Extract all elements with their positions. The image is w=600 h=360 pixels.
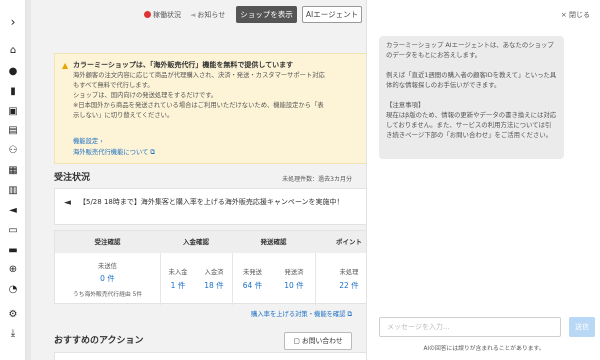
feature-settings-link[interactable]: 機能設定 › (73, 136, 103, 145)
home-icon[interactable]: ⌂ (7, 45, 19, 57)
column-header: 入金確認 (160, 231, 232, 253)
notice-line: もすべて無料で代行します。 (73, 82, 154, 89)
megaphone-icon: ◄ (190, 11, 196, 19)
recommended-actions-title: おすすめのアクション (54, 336, 144, 346)
confirm-label: 未送信 (98, 263, 117, 270)
chat-icon: ▢ (293, 337, 302, 345)
status-link[interactable]: 稼働状況 (144, 10, 181, 20)
notice-line: ショップは、国内向けの発送処理をするだけです。 (73, 92, 218, 99)
order-status-table: 受注確認 入金確認 発送確認 ポイント 未送信 0 件 うち海外販売代行経由 5… (54, 230, 366, 305)
unpaid-label: 未入金 (168, 269, 188, 276)
bookmark-icon[interactable]: ▮ (7, 86, 19, 98)
campaign-text[interactable]: 【5/28 18時まで】海外集客と購入率を上げる海外販売応援キャンペーンを実施中… (79, 197, 359, 208)
divider (232, 253, 233, 305)
notice-title: カラーミーショップは、「海外販売代行」機能を無料で提供しています (73, 61, 294, 69)
bar-chart-icon[interactable]: ▥ (7, 185, 19, 197)
divider (160, 253, 161, 305)
ai-message-para: 【注意事項】 現在はβ版のため、情報の更新やデータの書き換えには対応しておりませ… (386, 101, 557, 139)
unshipped-count[interactable]: 64 件 (232, 280, 273, 291)
ai-message-para: 例えば「直近1週間の購入者の顧客IDを教えて」といった具体的な情報探しのお手伝い… (386, 71, 557, 89)
scroll-strip (26, 0, 31, 360)
column-header: 発送確認 (232, 231, 315, 253)
overseas-notice: ▲ カラーミーショップは、「海外販売代行」機能を無料で提供しています × 海外顧… (54, 53, 366, 164)
history-icon[interactable]: ◔ (7, 284, 19, 296)
sidebar-rail: › ⌂ ● ▮ ▣ ▤ ⚇ ▦ ▥ ◄ ▭ ▬ ⊕ ◔ ⚙ ⤓ (0, 0, 26, 360)
plus-circle-icon[interactable]: ⊕ (7, 264, 19, 276)
user-icon[interactable]: ● (7, 66, 19, 78)
megaphone-icon[interactable]: ◄ (7, 205, 19, 217)
megaphone-icon: ◄ (64, 198, 71, 208)
confirm-count[interactable]: 0 件 (55, 273, 160, 284)
main-content: 稼働状況 ◄ お知らせ ショップを表示 AIエージェント ▲ カラーミーショップは… (32, 0, 366, 360)
news-link[interactable]: ◄ お知らせ (190, 10, 225, 20)
notice-line: ※日本国外から商品を発送されている場合はご利用いただけないため、機能設定から「表 (73, 102, 324, 109)
contact-button[interactable]: ▢ お問い合わせ (284, 332, 352, 350)
campaign-banner[interactable]: ◄ 【5/28 18時まで】海外集客と購入率を上げる海外販売応援キャンペーンを実… (54, 188, 366, 225)
conversion-measures-link[interactable]: 購入率を上げる対策・機能を確認 ⧉ (251, 309, 352, 319)
points-label: 未処理 (339, 269, 359, 276)
save-icon[interactable]: ▣ (7, 106, 19, 118)
download-icon[interactable]: ⤓ (7, 328, 19, 340)
divider (315, 253, 316, 305)
send-button[interactable]: 送信 (569, 317, 595, 337)
unpaid-count[interactable]: 1 件 (160, 280, 196, 291)
notice-line: 示しない」に切り替えてください。 (73, 112, 174, 119)
contact-label: お問い合わせ (301, 337, 343, 345)
ai-message-bubble: カラーミーショップ AIエージェントは、あなたのショップのデータをもとにお答えし… (379, 36, 564, 159)
message-input[interactable] (379, 317, 561, 337)
status-label: 稼働状況 (153, 11, 181, 19)
paid-count[interactable]: 18 件 (196, 280, 232, 291)
overseas-feature-link[interactable]: 海外販売代行機能について ⧉ (73, 147, 155, 157)
top-bar: 稼働状況 ◄ お知らせ ショップを表示 AIエージェント (32, 0, 366, 30)
ai-disclaimer: AIの回答には誤りが含まれることがあります。 (423, 346, 545, 352)
order-status-meta: 未処理件数：過去3カ月分 (282, 176, 352, 183)
settings-icon[interactable]: ⚙ (7, 309, 19, 321)
status-icon (144, 11, 151, 18)
store-icon[interactable]: ▦ (7, 165, 19, 177)
warning-icon: ▲ (62, 61, 69, 70)
shipped-label: 発送済 (284, 269, 304, 276)
clipboard-icon[interactable]: ▤ (7, 125, 19, 137)
column-header: 受注確認 (55, 231, 160, 253)
notice-line: 海外顧客の注文内容に応じて商品が代理購入され、決済・発送・カスタマーサポート対応 (73, 72, 325, 79)
paid-label: 入金済 (204, 269, 224, 276)
shipped-count[interactable]: 10 件 (273, 280, 315, 291)
id-card-icon[interactable]: ▭ (7, 225, 19, 237)
view-shop-button[interactable]: ショップを表示 (236, 6, 297, 23)
order-status-title: 受注状況 (54, 173, 91, 183)
close-panel-button[interactable]: × 閉じる (561, 10, 590, 20)
confirm-sub: うち海外販売代行経由 5件 (72, 292, 143, 298)
points-count[interactable]: 22 件 (315, 280, 366, 291)
chevron-right-icon[interactable]: › (7, 16, 19, 28)
inbox-icon[interactable]: ▬ (7, 245, 19, 257)
users-icon[interactable]: ⚇ (7, 145, 19, 157)
ai-message-para: カラーミーショップ AIエージェントは、あなたのショップのデータをもとにお答えし… (386, 41, 554, 59)
column-header: ポイント (315, 231, 366, 253)
news-label: お知らせ (197, 11, 226, 19)
actions-card (54, 352, 366, 360)
notice-body: 海外顧客の注文内容に応じて商品が代理購入され、決済・発送・カスタマーサポート対応… (73, 71, 366, 121)
unshipped-label: 未発送 (243, 269, 262, 276)
ai-agent-button[interactable]: AIエージェント (302, 6, 362, 23)
ai-agent-panel: × 閉じる カラーミーショップ AIエージェントは、あなたのショップのデータをも… (366, 0, 600, 360)
